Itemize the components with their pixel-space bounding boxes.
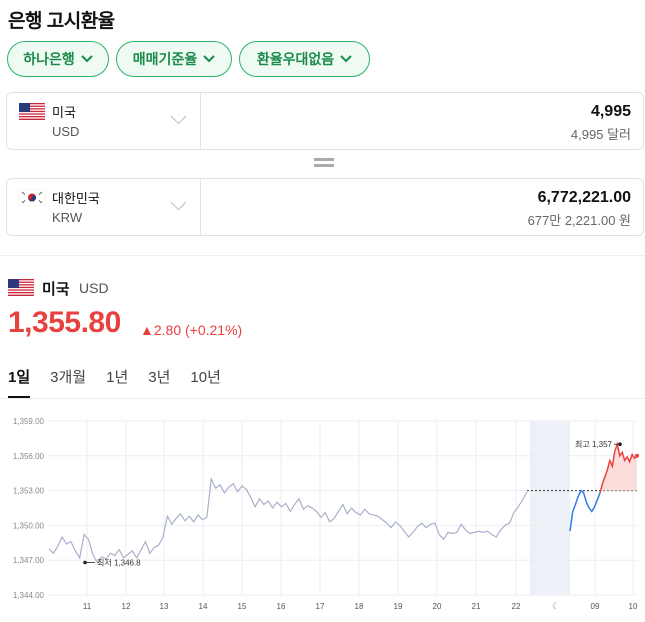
x-tick-label: 13 xyxy=(160,602,169,611)
x-tick-label: 10 xyxy=(629,602,638,611)
y-tick-label: 1,359.00 xyxy=(13,417,45,426)
y-tick-label: 1,356.00 xyxy=(13,452,45,461)
bank-filter-button[interactable]: 하나은행 xyxy=(7,41,109,77)
x-tick-label: 12 xyxy=(122,602,131,611)
to-amount-text: 677만 2,221.00 원 xyxy=(527,213,631,228)
x-tick-label: 22 xyxy=(512,602,521,611)
high-label: 최고 1,357 xyxy=(575,439,613,449)
y-tick-label: 1,350.00 xyxy=(13,521,45,530)
rate-country-name: 미국 xyxy=(42,281,70,298)
rate-currency-code: USD xyxy=(79,280,109,296)
to-amount-input[interactable]: 6,772,221.00 xyxy=(538,189,631,207)
rate-type-filter-button[interactable]: 매매기준율 xyxy=(116,41,232,77)
tab-1year[interactable]: 1년 xyxy=(106,366,128,398)
from-currency-name: 미국 xyxy=(52,105,76,120)
exchange-rate-value: 1,355.80 xyxy=(8,306,121,339)
to-currency-code: KRW xyxy=(52,210,83,225)
tab-3years[interactable]: 3년 xyxy=(148,366,170,398)
rate-change: ▲2.80 (+0.21%) xyxy=(140,322,242,338)
tab-10years[interactable]: 10년 xyxy=(190,366,221,398)
equals-icon xyxy=(314,158,334,168)
x-tick-label: 16 xyxy=(277,602,286,611)
chevron-down-icon xyxy=(170,108,187,125)
chevron-down-icon xyxy=(170,194,187,211)
triangle-up-icon: ▲ xyxy=(140,322,154,338)
section-divider xyxy=(0,255,645,256)
exchange-rate-chart[interactable]: 1,359.00 1,356.00 1,353.00 1,350.00 1,347.00… xyxy=(0,405,645,620)
preferential-rate-filter-label: 환율우대없음 xyxy=(256,51,335,67)
from-amount-text: 4,995 달러 xyxy=(570,127,631,142)
us-flag-icon xyxy=(19,103,45,120)
y-tick-label: 1,347.00 xyxy=(13,556,45,565)
to-currency-row: 대한민국 KRW 6,772,221.00 677만 2,221.00 원 xyxy=(6,178,644,236)
chevron-down-icon xyxy=(81,55,93,63)
y-tick-label: 1,353.00 xyxy=(13,487,45,496)
x-tick-label: 15 xyxy=(238,602,247,611)
history-line xyxy=(48,476,528,564)
overnight-band xyxy=(530,421,570,595)
chevron-down-icon xyxy=(203,55,215,63)
to-currency-select[interactable]: 대한민국 KRW xyxy=(7,179,201,235)
rate-type-filter-label: 매매기준율 xyxy=(132,51,198,67)
current-point xyxy=(635,453,639,458)
from-currency-select[interactable]: 미국 USD xyxy=(7,93,201,149)
chevron-down-icon xyxy=(340,55,352,63)
tab-underline xyxy=(0,398,645,399)
preferential-rate-filter-button[interactable]: 환율우대없음 xyxy=(239,41,370,77)
to-currency-name: 대한민국 xyxy=(52,191,100,206)
y-tick-label: 1,344.00 xyxy=(13,591,45,600)
x-tick-label: 11 xyxy=(83,602,92,611)
x-tick-label: 14 xyxy=(199,602,208,611)
x-tick-label: 19 xyxy=(394,602,403,611)
us-flag-icon xyxy=(8,279,34,296)
x-tick-label: 20 xyxy=(433,602,442,611)
x-tick-label: 09 xyxy=(591,602,600,611)
tab-1day[interactable]: 1일 xyxy=(8,366,31,398)
tab-3months[interactable]: 3개월 xyxy=(50,366,86,398)
low-label: 최저 1,346.8 xyxy=(97,558,141,568)
kr-flag-icon xyxy=(19,189,45,206)
period-tabs: 1일 3개월 1년 3년 10년 xyxy=(8,366,241,398)
from-currency-code: USD xyxy=(52,124,80,139)
moon-icon: ☾ xyxy=(552,601,560,611)
x-tick-label: 17 xyxy=(316,602,325,611)
x-tick-label: 18 xyxy=(355,602,364,611)
page-title: 은행 고시환율 xyxy=(8,11,115,32)
x-tick-label: 21 xyxy=(472,602,481,611)
from-amount-input[interactable]: 4,995 xyxy=(591,103,631,121)
bank-filter-label: 하나은행 xyxy=(23,51,75,67)
rate-change-value: 2.80 (+0.21%) xyxy=(153,322,243,338)
from-currency-row: 미국 USD 4,995 4,995 달러 xyxy=(6,92,644,150)
